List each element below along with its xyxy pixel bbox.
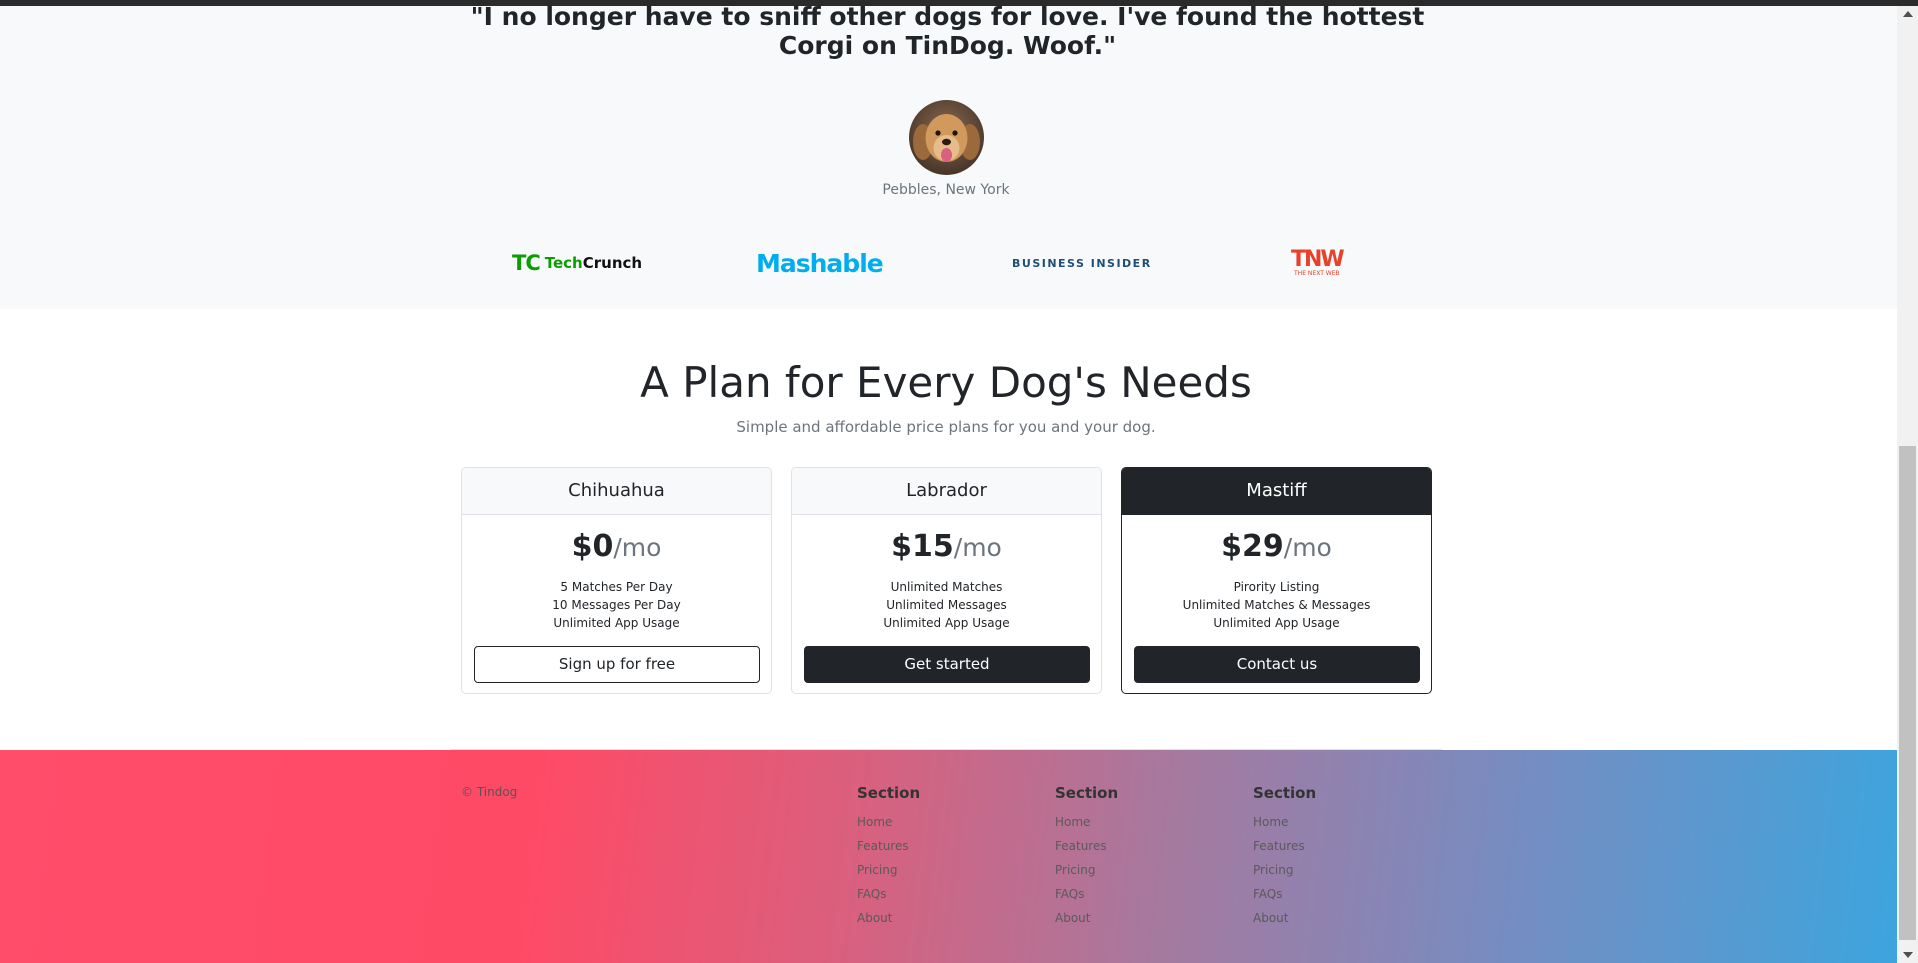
footer-link-pricing[interactable]: Pricing [1055, 858, 1235, 882]
arrow-down-icon [1903, 952, 1913, 958]
arrow-up-icon [1903, 11, 1913, 17]
footer-column-heading: Section [857, 784, 921, 802]
feature-item: Unlimited Matches [890, 580, 1003, 594]
price-amount: $15 [891, 529, 954, 564]
plan-name: Labrador [792, 468, 1101, 515]
price-period: /mo [1283, 533, 1332, 562]
plan-price: $0/mo [462, 529, 771, 566]
footer-link-home[interactable]: Home [857, 810, 1037, 834]
testimonial-author: Pebbles, New York [882, 182, 1010, 198]
plan-features: Unlimited Matches Unlimited Messages Unl… [792, 578, 1101, 632]
footer-link-pricing[interactable]: Pricing [857, 858, 1037, 882]
tnw-mark: TNW [1291, 246, 1345, 272]
feature-item: Unlimited Matches & Messages [1182, 598, 1371, 612]
tnw-tagline: THE NEXT WEB [1294, 269, 1340, 277]
plan-price: $15/mo [792, 529, 1101, 566]
footer-link-about[interactable]: About [1253, 906, 1433, 930]
plan-card-labrador: Labrador $15/mo Unlimited Matches Unlimi… [791, 467, 1102, 694]
golden-retriever-icon [909, 100, 984, 175]
price-amount: $0 [571, 529, 614, 564]
feature-item: Pirority Listing [1233, 580, 1320, 594]
pricing-subtitle: Simple and affordable price plans for yo… [736, 418, 1156, 436]
footer-links: Home Features Pricing FAQs About [857, 810, 1037, 930]
testimonial-quote: "I no longer have to sniff other dogs fo… [470, 6, 1425, 60]
footer-link-home[interactable]: Home [1055, 810, 1235, 834]
price-period: /mo [953, 533, 1002, 562]
footer-links: Home Features Pricing FAQs About [1055, 810, 1235, 930]
sign-up-free-button[interactable]: Sign up for free [474, 646, 760, 683]
get-started-button[interactable]: Get started [804, 646, 1090, 683]
plan-price: $29/mo [1122, 529, 1431, 566]
footer-link-pricing[interactable]: Pricing [1253, 858, 1433, 882]
footer-column-heading: Section [1055, 784, 1119, 802]
scroll-up-button[interactable] [1897, 6, 1918, 23]
testimonials-section: "I no longer have to sniff other dogs fo… [0, 6, 1897, 309]
page: "I no longer have to sniff other dogs fo… [0, 6, 1897, 963]
plan-name: Mastiff [1122, 468, 1431, 515]
techcrunch-mark: TC [512, 251, 541, 275]
feature-item: Unlimited App Usage [1213, 616, 1340, 630]
vertical-scrollbar[interactable] [1897, 6, 1918, 963]
footer-column: Section Home Features Pricing FAQs About [1055, 784, 1235, 930]
footer-link-features[interactable]: Features [1253, 834, 1433, 858]
scroll-down-button[interactable] [1897, 946, 1918, 963]
techcrunch-word-crunch: Crunch [582, 254, 643, 272]
plan-features: Pirority Listing Unlimited Matches & Mes… [1122, 578, 1431, 632]
footer-links: Home Features Pricing FAQs About [1253, 810, 1433, 930]
scrollbar-thumb[interactable] [1899, 446, 1916, 940]
techcrunch-word-tech: Tech [544, 254, 583, 272]
footer-link-faqs[interactable]: FAQs [857, 882, 1037, 906]
techcrunch-wordmark: TechCrunch [545, 254, 642, 272]
footer-link-about[interactable]: About [1055, 906, 1235, 930]
price-amount: $29 [1221, 529, 1284, 564]
feature-item: Unlimited App Usage [553, 616, 680, 630]
footer-link-faqs[interactable]: FAQs [1055, 882, 1235, 906]
mashable-logo: Mashable [756, 248, 884, 278]
contact-us-button[interactable]: Contact us [1134, 646, 1420, 683]
business-insider-logo: BUSINESS INSIDER [1012, 256, 1152, 270]
feature-item: Unlimited Messages [886, 598, 1007, 612]
footer-link-home[interactable]: Home [1253, 810, 1433, 834]
copyright: © Tindog [461, 785, 518, 799]
footer-link-about[interactable]: About [857, 906, 1037, 930]
footer-column-heading: Section [1253, 784, 1317, 802]
techcrunch-logo: TC TechCrunch [512, 248, 642, 278]
footer: © Tindog Section Home Features Pricing F… [0, 750, 1897, 963]
plan-features: 5 Matches Per Day 10 Messages Per Day Un… [462, 578, 771, 632]
footer-link-features[interactable]: Features [1055, 834, 1235, 858]
footer-column: Section Home Features Pricing FAQs About [857, 784, 1037, 930]
footer-link-faqs[interactable]: FAQs [1253, 882, 1433, 906]
pricing-title: A Plan for Every Dog's Needs [640, 358, 1252, 407]
tnw-logo: TNW THE NEXT WEB [1291, 246, 1345, 278]
price-period: /mo [613, 533, 662, 562]
plan-name: Chihuahua [462, 468, 771, 515]
feature-item: 10 Messages Per Day [552, 598, 681, 612]
plan-card-mastiff: Mastiff $29/mo Pirority Listing Unlimite… [1121, 467, 1432, 694]
feature-item: 5 Matches Per Day [560, 580, 673, 594]
footer-link-features[interactable]: Features [857, 834, 1037, 858]
dog-avatar [909, 100, 984, 175]
feature-item: Unlimited App Usage [883, 616, 1010, 630]
plan-card-chihuahua: Chihuahua $0/mo 5 Matches Per Day 10 Mes… [461, 467, 772, 694]
footer-column: Section Home Features Pricing FAQs About [1253, 784, 1433, 930]
